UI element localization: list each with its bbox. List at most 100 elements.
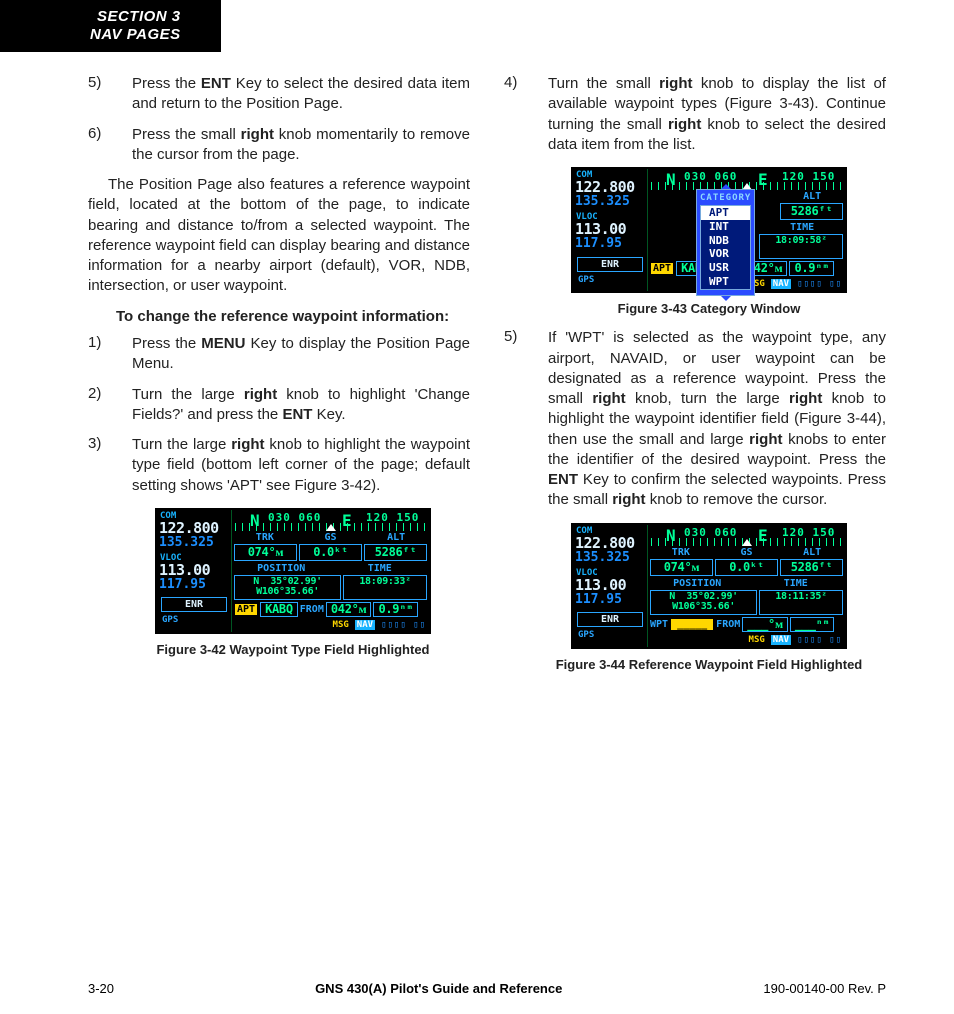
step-item: 4) Turn the small right knob to display t…: [504, 74, 886, 155]
wpt-ident: KABQ: [260, 602, 298, 617]
step-item: 1) Press the MENU Key to display the Posi…: [88, 334, 470, 375]
time-value: 18:09:33ᶻ: [343, 575, 427, 600]
compass-tape: N 030 060 E 120 150: [648, 525, 845, 547]
from-label: FROM: [300, 604, 324, 615]
vloc-standby: 117.95: [573, 593, 647, 607]
foot-bar: MSG NAV ▯▯▯▯ ▯▯: [648, 634, 845, 647]
trk-value: 074°ᴍ: [234, 544, 297, 561]
gps-screen-44: COM 122.800 135.325 VLOC 113.00 117.95 E…: [571, 523, 847, 649]
compass-tape: N 030 060 E 120 150: [648, 169, 845, 191]
category-option[interactable]: VOR: [701, 247, 750, 261]
wpt-ident-field-highlighted[interactable]: _____: [670, 618, 714, 631]
gps-indicator: GPS: [157, 615, 231, 625]
foot-bar: MSG NAV ▯▯▯▯ ▯▯: [232, 619, 429, 632]
page: SECTION 3 NAV PAGES 5) Press the ENT Key …: [0, 0, 954, 1014]
label-row-2: POSITION TIME: [648, 578, 845, 590]
wpt-type-field[interactable]: APT: [650, 262, 674, 275]
label-alt: ALT: [779, 547, 845, 559]
gps-indicator: GPS: [573, 275, 647, 285]
reference-row: WPT _____ FROM ___°ᴍ ___ⁿᵐ: [648, 617, 845, 634]
gps-screen-42: COM 122.800 135.325 VLOC 113.00 117.95 E…: [155, 508, 431, 634]
step-number: 4): [504, 74, 522, 155]
data-row-2: N 35°02.99' W106°35.66' 18:09:33ᶻ: [232, 575, 429, 602]
step-number: 5): [504, 328, 522, 510]
figure-3-43: COM 122.800 135.325 VLOC 113.00 117.95 E…: [532, 167, 886, 316]
vloc-active: 113.00: [573, 578, 647, 593]
manual-title: GNS 430(A) Pilot's Guide and Reference: [315, 981, 562, 996]
enr-indicator: ENR: [577, 257, 643, 272]
label-trk: TRK: [648, 547, 714, 559]
position-value: N 35°02.99' W106°35.66': [234, 575, 341, 600]
category-list[interactable]: APTINTNDBVORUSRWPT: [700, 205, 751, 290]
figure-3-42-caption: Figure 3-42 Waypoint Type Field Highligh…: [116, 642, 470, 657]
label-alt: ALT: [363, 532, 429, 544]
step-text: Turn the large right knob to highlight '…: [132, 385, 470, 426]
alt-value: 5286ᶠᵗ: [364, 544, 427, 561]
label-time: TIME: [759, 222, 845, 234]
position-lon: W106°35.66': [653, 602, 754, 613]
step-text: Turn the large right knob to highlight t…: [132, 435, 470, 496]
compass-tape: N 030 060 E 120 150: [232, 510, 429, 532]
label-row: TRK GS ALT: [648, 547, 845, 559]
com-standby: 135.325: [573, 195, 647, 209]
category-popup[interactable]: CATEGORY APTINTNDBVORUSRWPT: [696, 189, 755, 296]
gs-value: 0.0ᵏᵗ: [715, 559, 778, 576]
com-active: 122.800: [157, 521, 231, 536]
msg-annunciator: MSG: [333, 620, 349, 630]
wpt-distance: 0.9ⁿᵐ: [373, 602, 418, 617]
left-column: 5)Press the ENT Key to select the desire…: [88, 74, 470, 684]
category-option[interactable]: NDB: [701, 234, 750, 248]
step-text: Press the ENT Key to select the desired …: [132, 74, 470, 115]
category-popup-label: CATEGORY: [700, 193, 751, 203]
step-item: 5)Press the ENT Key to select the desire…: [88, 74, 470, 115]
section-header: SECTION 3 NAV PAGES: [0, 0, 221, 52]
figure-3-44-caption: Figure 3-44 Reference Waypoint Field Hig…: [532, 657, 886, 672]
category-option[interactable]: USR: [701, 261, 750, 275]
label-position: POSITION: [232, 563, 331, 575]
vloc-standby: 117.95: [157, 578, 231, 592]
figure-3-42: COM 122.800 135.325 VLOC 113.00 117.95 E…: [116, 508, 470, 657]
step-text: If 'WPT' is selected as the waypoint typ…: [548, 328, 886, 510]
figure-3-44: COM 122.800 135.325 VLOC 113.00 117.95 E…: [532, 523, 886, 672]
wpt-distance: ___ⁿᵐ: [790, 617, 835, 632]
step-number: 1): [88, 334, 106, 375]
category-option[interactable]: WPT: [701, 275, 750, 289]
page-number: 3-20: [88, 981, 114, 996]
gps-indicator: GPS: [573, 630, 647, 640]
page-footer: 3-20 GNS 430(A) Pilot's Guide and Refere…: [0, 981, 954, 996]
reference-row: APT KABQ FROM 042°ᴍ 0.9ⁿᵐ: [232, 602, 429, 619]
vloc-standby: 117.95: [573, 237, 647, 251]
label-row-2: POSITION TIME: [232, 563, 429, 575]
label-gs: GS: [298, 532, 364, 544]
label-alt: ALT: [779, 191, 845, 203]
section-number: SECTION 3: [90, 8, 181, 26]
category-option[interactable]: INT: [701, 220, 750, 234]
body-columns: 5) Press the ENT Key to select the desire…: [0, 52, 954, 724]
wpt-type-field: WPT: [650, 619, 668, 630]
trk-value: 074°ᴍ: [650, 559, 713, 576]
doc-revision: 190-00140-00 Rev. P: [763, 981, 886, 996]
step-item: 5)If 'WPT' is selected as the waypoint t…: [504, 328, 886, 510]
figure-3-43-caption: Figure 3-43 Category Window: [532, 301, 886, 316]
wpt-type-field-highlighted[interactable]: APT: [234, 603, 258, 616]
data-row-2: N 35°02.99' W106°35.66' 18:11:35ᶻ: [648, 590, 845, 617]
enr-indicator: ENR: [577, 612, 643, 627]
gps-screen-43: COM 122.800 135.325 VLOC 113.00 117.95 E…: [571, 167, 847, 293]
step-number: 3): [88, 435, 106, 496]
label-position: POSITION: [648, 578, 747, 590]
data-row-1: 074°ᴍ 0.0ᵏᵗ 5286ᶠᵗ: [648, 559, 845, 578]
label-row: TRK GS ALT: [232, 532, 429, 544]
alt-value: 5286ᶠᵗ: [780, 203, 843, 220]
category-option[interactable]: APT: [701, 206, 750, 220]
step-text: Press the MENU Key to display the Positi…: [132, 334, 470, 375]
com-active: 122.800: [573, 536, 647, 551]
com-standby: 135.325: [573, 551, 647, 565]
step-text: Turn the small right knob to display the…: [548, 74, 886, 155]
page-group-indicator: ▯▯▯▯ ▯▯: [797, 635, 842, 645]
label-trk: TRK: [232, 532, 298, 544]
step-number: 2): [88, 385, 106, 426]
step-item: 3) Turn the large right knob to highlight…: [88, 435, 470, 496]
wpt-bearing: ___°ᴍ: [742, 617, 788, 632]
msg-annunciator: MSG: [749, 635, 765, 645]
page-group-indicator: ▯▯▯▯ ▯▯: [381, 620, 426, 630]
